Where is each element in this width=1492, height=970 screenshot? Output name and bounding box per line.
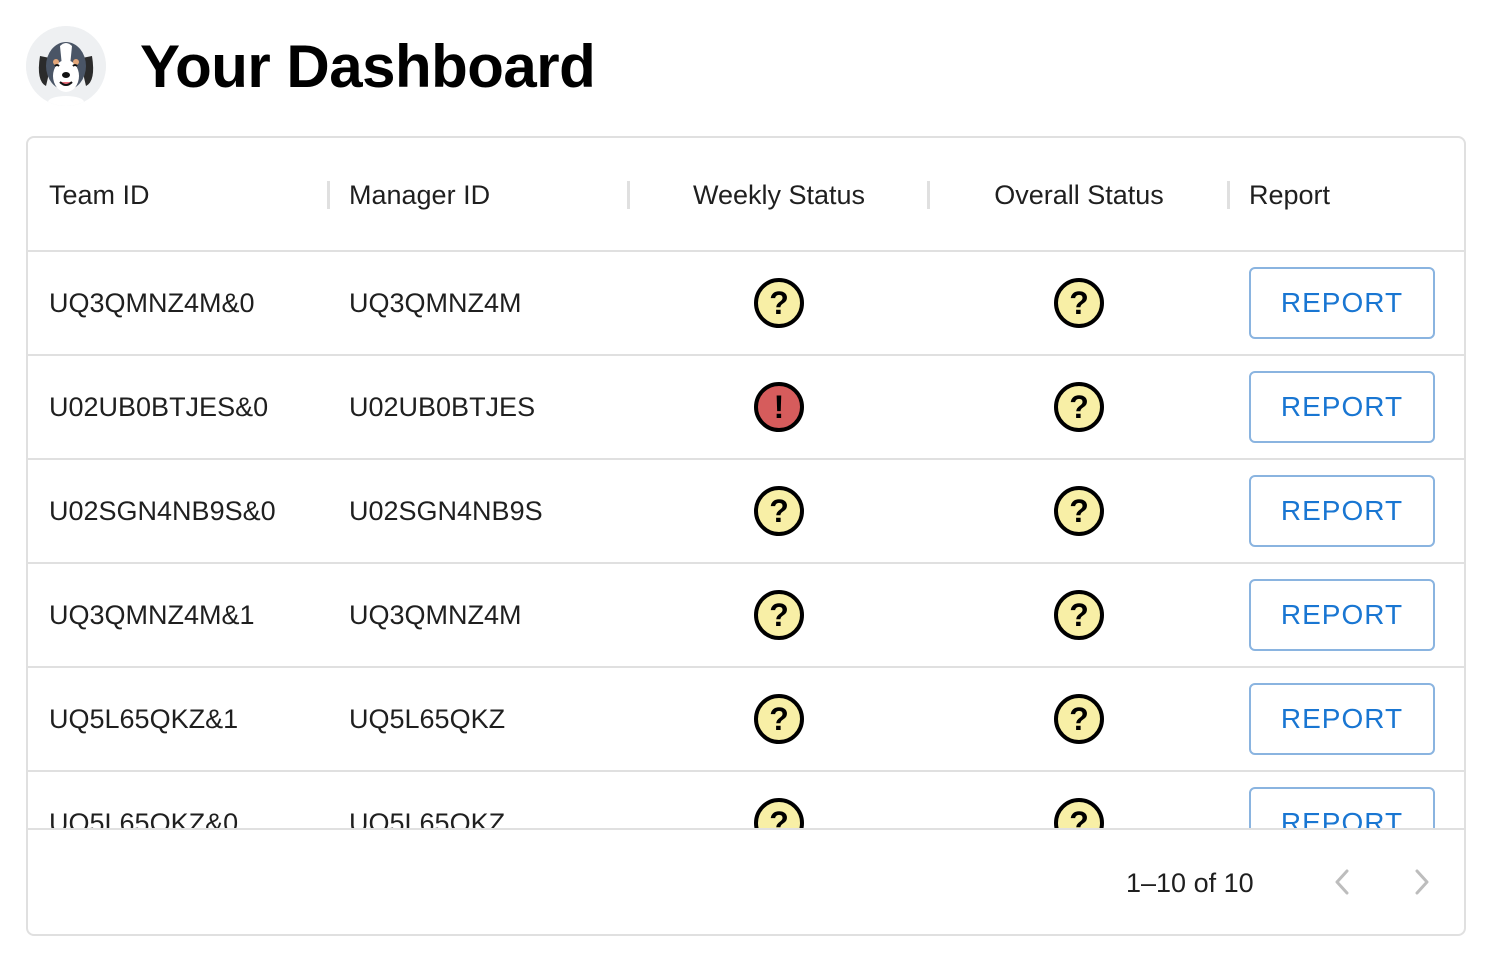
exclamation-status-icon: ! — [754, 382, 804, 432]
report-cell: REPORT — [1249, 356, 1435, 458]
question-mark-status-icon: ? — [754, 798, 804, 828]
team-id-cell: UQ3QMNZ4M&0 — [49, 287, 255, 318]
team-id-cell: UQ3QMNZ4M&1 — [49, 599, 255, 630]
overall-status-cell: ? — [929, 252, 1229, 354]
page-title: Your Dashboard — [140, 32, 596, 100]
chevron-right-icon[interactable] — [1397, 857, 1447, 907]
manager-id-cell: UQ3QMNZ4M — [349, 599, 522, 630]
question-mark-status-icon: ? — [754, 486, 804, 536]
column-separator[interactable] — [1227, 181, 1230, 209]
report-cell: REPORT — [1249, 668, 1435, 770]
table-row[interactable]: UQ5L65QKZ&1 UQ5L65QKZ ? ? REPORT — [28, 668, 1464, 772]
report-button[interactable]: REPORT — [1249, 787, 1435, 828]
teams-data-grid: Team ID Manager ID Weekly Status Overall… — [26, 136, 1466, 936]
manager-id-cell: UQ5L65QKZ — [349, 807, 506, 829]
column-header-report[interactable]: Report — [1249, 138, 1330, 252]
weekly-status-cell: ? — [629, 668, 929, 770]
weekly-status-cell: ? — [629, 564, 929, 666]
report-button[interactable]: REPORT — [1249, 267, 1435, 339]
manager-id-cell: U02SGN4NB9S — [349, 495, 543, 526]
table-row[interactable]: U02UB0BTJES&0 U02UB0BTJES ! ? REPORT — [28, 356, 1464, 460]
table-body[interactable]: UQ3QMNZ4M&0 UQ3QMNZ4M ? ? REPORT U02UB0B… — [28, 252, 1464, 828]
table-row[interactable]: UQ5L65QKZ&0 UQ5L65QKZ ? ? REPORT — [28, 772, 1464, 828]
question-mark-status-icon: ? — [1054, 382, 1104, 432]
overall-status-cell: ? — [929, 564, 1229, 666]
weekly-status-cell: ? — [629, 460, 929, 562]
report-cell: REPORT — [1249, 564, 1435, 666]
column-separator[interactable] — [327, 181, 330, 209]
overall-status-cell: ? — [929, 356, 1229, 458]
team-id-cell: U02UB0BTJES&0 — [49, 391, 269, 422]
manager-id-cell: UQ3QMNZ4M — [349, 287, 522, 318]
weekly-status-cell: ? — [629, 772, 929, 828]
question-mark-status-icon: ? — [1054, 486, 1104, 536]
column-header-team-id[interactable]: Team ID — [49, 138, 150, 252]
question-mark-status-icon: ? — [1054, 590, 1104, 640]
chevron-left-icon[interactable] — [1317, 857, 1367, 907]
manager-id-cell: U02UB0BTJES — [349, 391, 536, 422]
column-header-weekly-status[interactable]: Weekly Status — [629, 138, 929, 252]
page-header: Your Dashboard — [26, 24, 596, 108]
question-mark-status-icon: ? — [1054, 798, 1104, 828]
report-button[interactable]: REPORT — [1249, 475, 1435, 547]
pagination-range-label: 1–10 of 10 — [1126, 867, 1254, 898]
report-button[interactable]: REPORT — [1249, 371, 1435, 443]
question-mark-status-icon: ? — [1054, 278, 1104, 328]
team-id-cell: U02SGN4NB9S&0 — [49, 495, 276, 526]
question-mark-status-icon: ? — [754, 278, 804, 328]
overall-status-cell: ? — [929, 460, 1229, 562]
table-row[interactable]: U02SGN4NB9S&0 U02SGN4NB9S ? ? REPORT — [28, 460, 1464, 564]
column-header-overall-status[interactable]: Overall Status — [929, 138, 1229, 252]
overall-status-cell: ? — [929, 772, 1229, 828]
report-cell: REPORT — [1249, 772, 1435, 828]
question-mark-status-icon: ? — [1054, 694, 1104, 744]
table-footer: 1–10 of 10 — [28, 828, 1464, 934]
report-cell: REPORT — [1249, 252, 1435, 354]
dog-avatar-icon — [26, 26, 106, 106]
overall-status-cell: ? — [929, 668, 1229, 770]
table-row[interactable]: UQ3QMNZ4M&1 UQ3QMNZ4M ? ? REPORT — [28, 564, 1464, 668]
table-row[interactable]: UQ3QMNZ4M&0 UQ3QMNZ4M ? ? REPORT — [28, 252, 1464, 356]
weekly-status-cell: ! — [629, 356, 929, 458]
team-id-cell: UQ5L65QKZ&0 — [49, 807, 239, 829]
table-header: Team ID Manager ID Weekly Status Overall… — [28, 138, 1464, 252]
report-button[interactable]: REPORT — [1249, 683, 1435, 755]
question-mark-status-icon: ? — [754, 590, 804, 640]
question-mark-status-icon: ? — [754, 694, 804, 744]
column-header-manager-id[interactable]: Manager ID — [349, 138, 490, 252]
report-cell: REPORT — [1249, 460, 1435, 562]
report-button[interactable]: REPORT — [1249, 579, 1435, 651]
manager-id-cell: UQ5L65QKZ — [349, 703, 506, 734]
weekly-status-cell: ? — [629, 252, 929, 354]
team-id-cell: UQ5L65QKZ&1 — [49, 703, 239, 734]
